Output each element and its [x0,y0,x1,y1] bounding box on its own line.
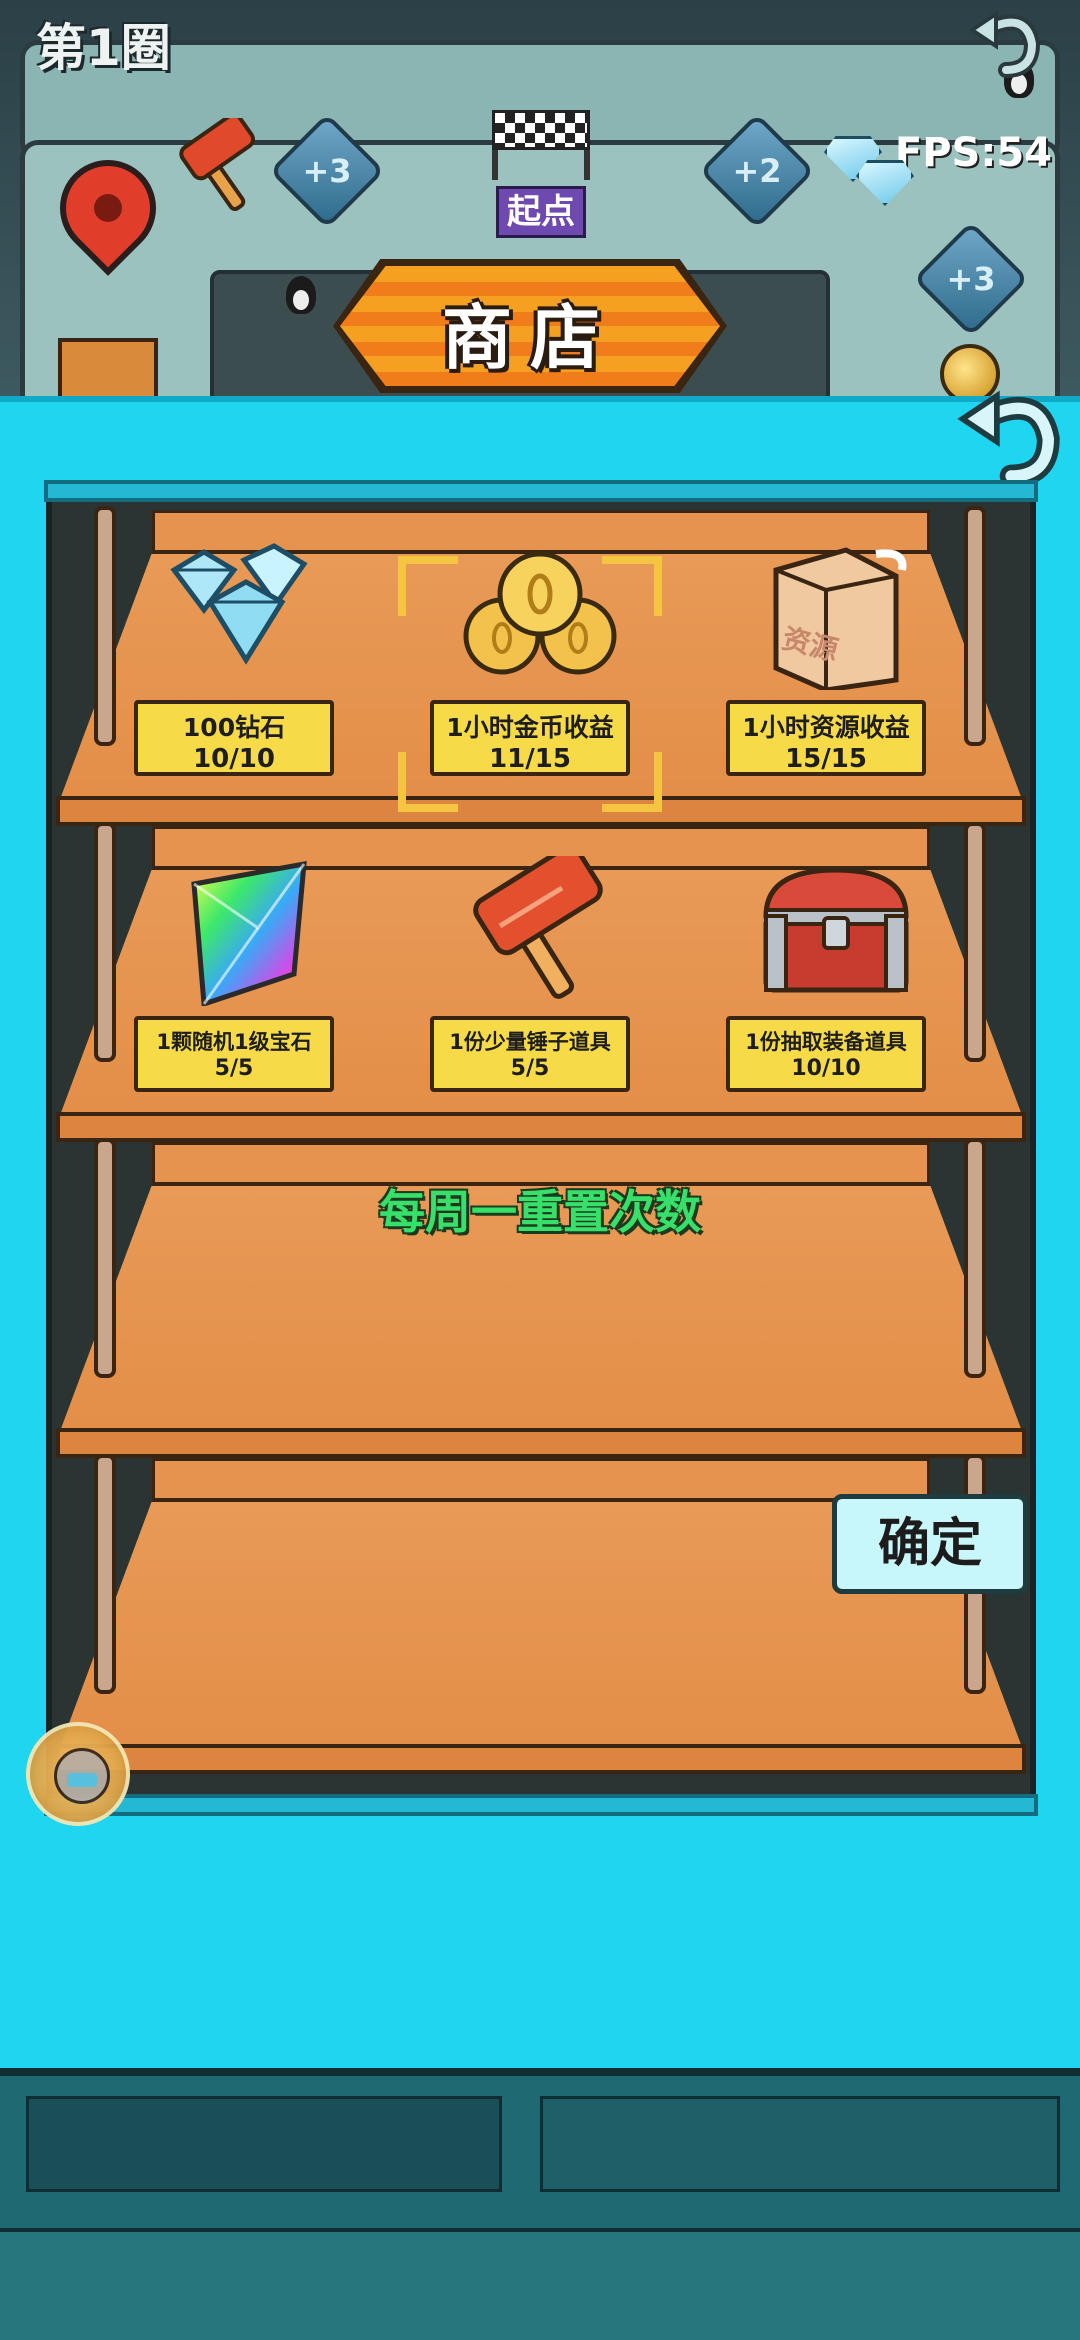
bottom-slot-left [26,2096,502,2192]
item-stock: 5/5 [510,1056,550,1081]
shop-item-diamonds[interactable]: 100钻石 10/10 [134,540,354,780]
item-stock: 11/15 [489,744,571,774]
diamonds-icon [170,543,308,665]
item-name: 100钻石 [182,713,286,742]
shelf-lip [56,1428,1026,1458]
back-arrow-icon[interactable] [954,376,1074,496]
item-name: 1份少量锤子道具 [449,1030,611,1054]
gold-coins-icon [463,551,617,675]
weekly-reset-note: 每周一重置次数 [379,1185,701,1239]
shelf-post [964,822,986,1062]
shelf-bottom-bar [44,1794,1038,1816]
item-label: 1小时资源收益 15/15 [726,700,926,776]
shelf-post [964,506,986,746]
item-name: 1份抽取装备道具 [745,1030,907,1054]
round-label: 第1圈 [36,19,171,77]
item-label: 1份抽取装备道具 10/10 [726,1016,926,1092]
shop-item-equipment-draw[interactable]: 1份抽取装备道具 10/10 [726,856,946,1096]
item-label: 100钻石 10/10 [134,700,334,776]
shelf-lip [56,1112,1026,1142]
shelf-post [94,822,116,1062]
tile-value: +2 [732,152,782,190]
item-name: 1颗随机1级宝石 [156,1030,312,1054]
bottom-slot-right [540,2096,1060,2192]
shelf-lip [56,1744,1026,1774]
board-box-tile [58,338,158,400]
penguin-icon [286,276,316,314]
assistant-avatar[interactable] [26,1722,130,1826]
tile-value: +3 [946,260,996,298]
item-name: 1小时资源收益 [742,713,910,742]
shelf-post [964,1138,986,1378]
item-name: 1小时金币收益 [446,713,614,742]
shop-item-hammer[interactable]: 1份少量锤子道具 5/5 [430,856,650,1096]
item-stock: 15/15 [785,744,867,774]
item-label: 1颗随机1级宝石 5/5 [134,1016,334,1092]
resource-bag-icon: 资源 [773,547,907,690]
bottom-bar [0,2068,1080,2340]
shelf-lip [56,796,1026,826]
finish-flag-icon [492,110,590,150]
shelf-post [94,1454,116,1694]
avatar-face-icon [54,1748,110,1804]
item-label: 1小时金币收益 11/15 [430,700,630,776]
fps-counter: FPS:54 [894,130,1052,176]
shop-title-banner: 商店 [333,259,727,393]
shop-title: 商店 [442,297,618,379]
item-stock: 10/10 [791,1056,861,1081]
treasure-chest-icon [763,867,909,993]
shop-item-resource-income[interactable]: 资源 1小时资源收益 15/15 [726,540,946,780]
hammer-icon [473,856,603,999]
start-tile-label: 起点 [496,186,586,238]
bottom-strip [0,2228,1080,2340]
confirm-button-label: 确定 [877,1514,982,1574]
item-stock: 5/5 [214,1056,254,1081]
hammer-icon [179,118,256,211]
shelf-top-bar [44,480,1038,502]
shop-item-random-gem[interactable]: 1颗随机1级宝石 5/5 [134,856,354,1096]
rainbow-gem-icon [191,860,307,1006]
undo-arrow-icon[interactable] [966,0,1050,84]
shelf-post [94,1138,116,1378]
item-label: 1份少量锤子道具 5/5 [430,1016,630,1092]
shelf-post [94,506,116,746]
tile-value: +3 [302,152,352,190]
item-stock: 10/10 [193,744,275,774]
shop-item-gold-income[interactable]: 1小时金币收益 11/15 [430,540,650,780]
confirm-button[interactable]: 确定 [832,1494,1028,1594]
